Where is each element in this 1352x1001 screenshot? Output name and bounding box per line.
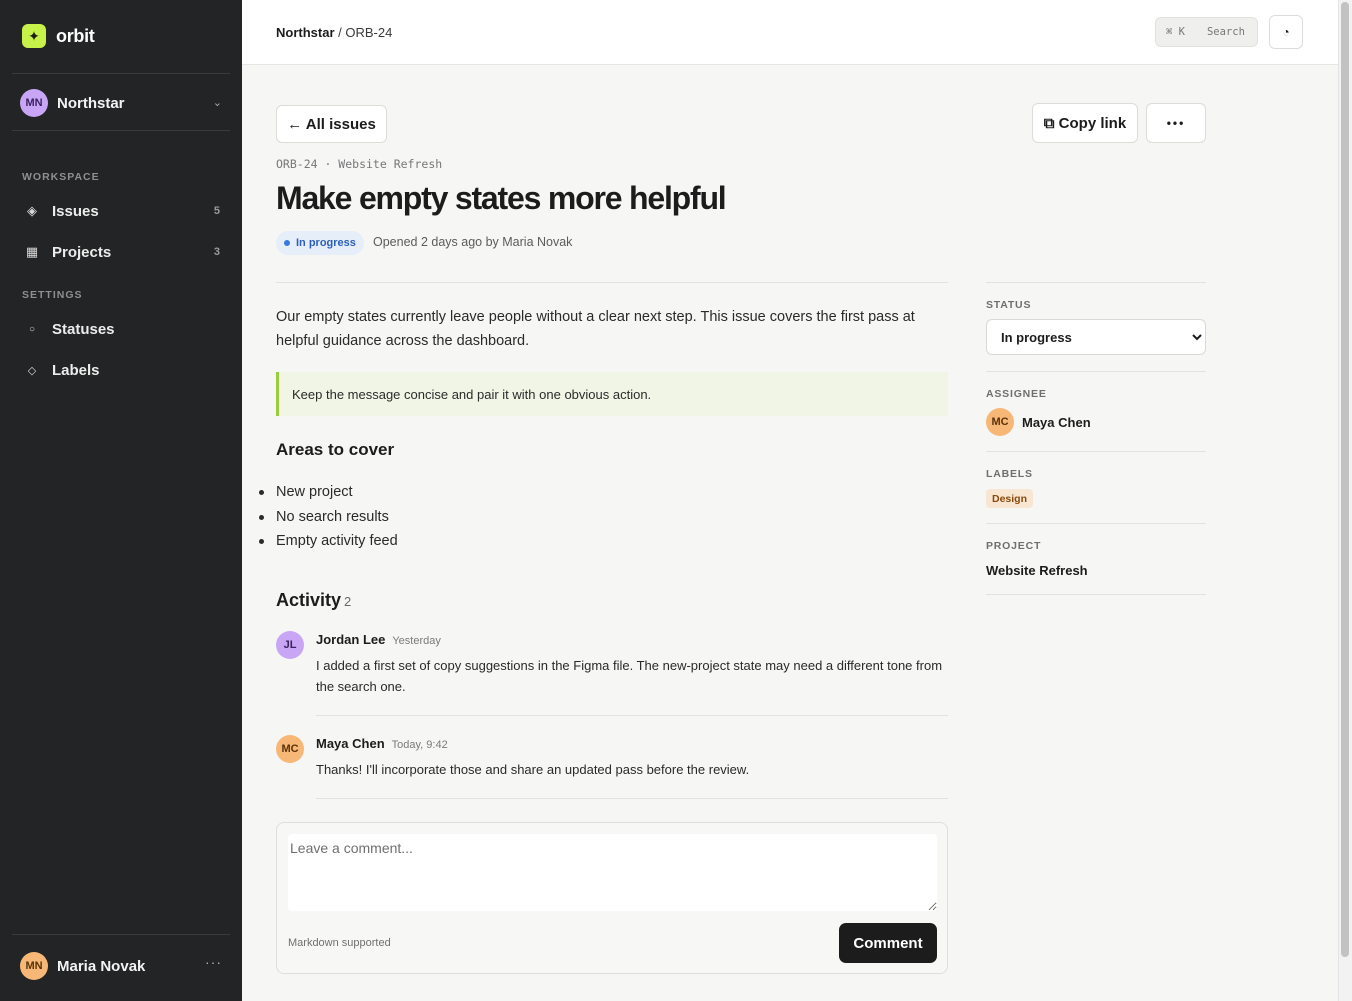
tag-icon: ◇ <box>27 364 37 377</box>
comment-body: Thanks! I'll incorporate those and share… <box>316 762 750 777</box>
workspace-name: Northstar <box>57 94 125 112</box>
comment-author: Maya Chen <box>316 736 385 751</box>
assignee-avatar: MC <box>986 408 1014 436</box>
areas-list: New project No search results Empty acti… <box>259 480 398 554</box>
divider <box>986 371 1206 372</box>
label-chip-design[interactable]: Design <box>986 489 1034 508</box>
divider <box>986 594 1206 595</box>
sidebar-item-label: Projects <box>52 243 112 261</box>
callout-note: Keep the message concise and pair it wit… <box>276 372 948 416</box>
app-logo[interactable]: ✦ orbit <box>22 24 95 48</box>
status-dot-icon <box>284 240 290 246</box>
grid-icon: ▦ <box>25 244 39 259</box>
more-actions-button[interactable]: ••• <box>1146 103 1206 143</box>
breadcrumb-workspace[interactable]: Northstar <box>276 25 335 40</box>
more-options-icon[interactable]: ··· <box>205 954 222 970</box>
theme-icon: ◔ <box>1282 25 1290 39</box>
user-profile[interactable]: MN Maria Novak ··· <box>12 948 230 984</box>
comment-time: Yesterday <box>392 635 441 647</box>
sidebar: ✦ orbit MN Northstar ⌄ WORKSPACE ◈ Issue… <box>0 0 242 1001</box>
activity-count: 2 <box>344 594 352 609</box>
workspace-switcher[interactable]: MN Northstar ⌄ <box>12 84 230 122</box>
comment-composer: Markdown supported Comment <box>276 822 948 974</box>
status-badge-label: In progress <box>296 237 356 249</box>
divider <box>316 715 948 716</box>
comment-body: I added a first set of copy suggestions … <box>316 658 943 694</box>
activity-heading: Activity 2 <box>276 590 351 611</box>
user-name: Maria Novak <box>57 957 146 975</box>
sidebar-item-issues[interactable]: ◈ Issues 5 <box>12 194 230 228</box>
comment-author: Jordan Lee <box>316 632 386 647</box>
sidebar-divider <box>12 130 230 131</box>
sidebar-item-labels[interactable]: ◇ Labels <box>12 353 230 387</box>
diamond-icon: ◈ <box>27 203 37 218</box>
sidebar-item-projects[interactable]: ▦ Projects 3 <box>12 235 230 269</box>
search-button[interactable]: ⌘ K Search <box>1155 17 1258 47</box>
assignee-field-label: ASSIGNEE <box>986 388 1047 400</box>
comment-avatar: JL <box>276 631 304 659</box>
logo-icon: ✦ <box>22 24 46 48</box>
divider <box>316 798 948 799</box>
scrollbar-thumb[interactable] <box>1341 2 1349 957</box>
status-select[interactable]: In progress <box>986 319 1206 355</box>
app-name: orbit <box>56 25 95 46</box>
list-item: New project <box>259 480 398 505</box>
assignee-name: Maya Chen <box>1022 414 1091 430</box>
areas-heading: Areas to cover <box>276 440 395 459</box>
keyboard-shortcut: ⌘ K <box>1166 26 1185 38</box>
breadcrumb: Northstar / ORB-24 <box>276 25 392 40</box>
divider <box>276 282 948 283</box>
section-heading-settings: SETTINGS <box>22 289 83 301</box>
comment-header: Maya Chen Today, 9:42 <box>316 736 448 751</box>
status-field-label: STATUS <box>986 299 1032 311</box>
project-link[interactable]: Website Refresh <box>986 563 1088 578</box>
user-avatar: MN <box>20 952 48 980</box>
chevron-down-icon: ⌄ <box>212 97 222 109</box>
sidebar-item-count: 3 <box>213 246 220 258</box>
copy-link-button[interactable]: ⧉ Copy link <box>1032 103 1138 143</box>
status-badge: In progress <box>276 231 364 255</box>
labels-field-label: LABELS <box>986 468 1033 480</box>
comment-header: Jordan Lee Yesterday <box>316 632 441 647</box>
divider <box>986 451 1206 452</box>
sidebar-divider <box>12 73 230 74</box>
sidebar-divider <box>12 934 230 935</box>
theme-toggle-button[interactable]: ◔ <box>1269 15 1303 49</box>
markdown-note: Markdown supported <box>288 937 391 949</box>
breadcrumb-separator: / <box>334 25 346 40</box>
back-to-issues-button[interactable]: ← All issues <box>276 105 387 143</box>
opened-info: Opened 2 days ago by Maria Novak <box>373 235 573 249</box>
comment-time: Today, 9:42 <box>391 739 448 751</box>
issue-description: Our empty states currently leave people … <box>276 309 915 349</box>
breadcrumb-issue: ORB-24 <box>345 25 393 40</box>
sidebar-item-label: Issues <box>52 202 99 220</box>
activity-title: Activity <box>276 590 342 610</box>
comment-submit-button[interactable]: Comment <box>839 923 937 963</box>
workspace-avatar: MN <box>20 89 48 117</box>
list-item: Empty activity feed <box>259 529 398 554</box>
section-heading-workspace: WORKSPACE <box>22 171 100 183</box>
sidebar-item-label: Statuses <box>52 320 115 338</box>
circle-icon: ○ <box>28 323 36 335</box>
sidebar-item-label: Labels <box>52 361 100 379</box>
assignee-picker[interactable]: MC Maya Chen <box>986 408 1091 436</box>
comment-avatar: MC <box>276 735 304 763</box>
issue-meta: ORB-24 · Website Refresh <box>276 157 443 171</box>
search-label: Search <box>1206 26 1245 38</box>
top-bar: Northstar / ORB-24 ⌘ K Search ◔ <box>242 0 1338 65</box>
page-title: Make empty states more helpful <box>276 180 727 216</box>
comment-input[interactable] <box>288 834 937 911</box>
divider <box>986 523 1206 524</box>
project-field-label: PROJECT <box>986 540 1042 552</box>
sidebar-item-count: 5 <box>213 205 220 217</box>
list-item: No search results <box>259 505 398 530</box>
sidebar-item-statuses[interactable]: ○ Statuses <box>12 312 230 346</box>
divider <box>986 282 1206 283</box>
